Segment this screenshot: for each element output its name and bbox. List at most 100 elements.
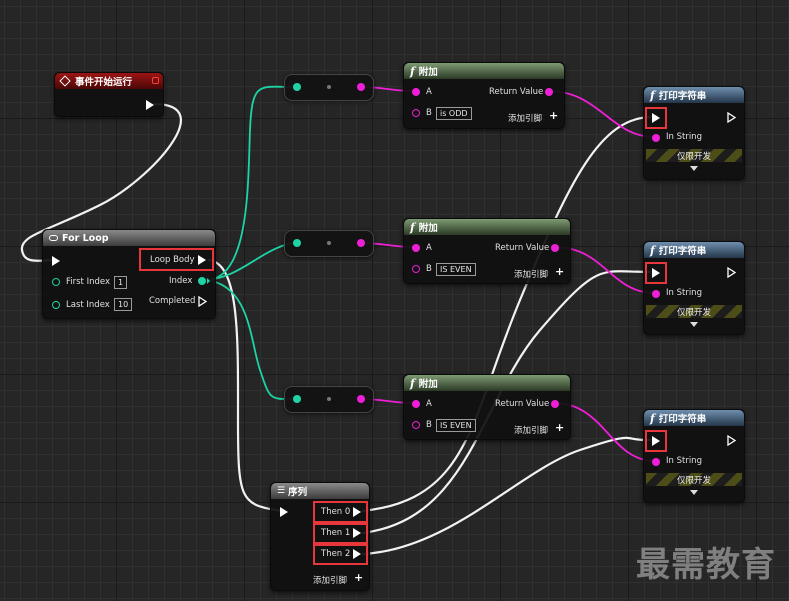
wire-index-to-reroute2 — [205, 242, 293, 281]
event-begin-play-node[interactable]: 事件开始运行 — [54, 72, 164, 117]
function-icon: f — [410, 376, 415, 390]
append1-b-pin[interactable] — [412, 109, 420, 117]
blueprint-graph-canvas[interactable]: 事件开始运行 For Loop First Index 1 Last Index… — [0, 0, 789, 601]
sequence-title: 序列 — [288, 487, 308, 498]
convert3-center-dot — [327, 397, 331, 401]
append-node-1[interactable]: f 附加 A B is ODD Return Value 添加引脚 + — [403, 62, 565, 129]
sequence-header: ☰ 序列 — [271, 483, 369, 499]
append3-b-pin[interactable] — [412, 421, 420, 429]
for-loop-exec-in-pin[interactable] — [52, 256, 60, 266]
wire-index-to-reroute1 — [205, 85, 293, 281]
last-index-pin[interactable] — [52, 301, 60, 309]
print3-in-string-label: In String — [666, 456, 702, 466]
append1-a-label: A — [426, 87, 432, 97]
function-icon: f — [410, 220, 415, 234]
append2-add-pin-label[interactable]: 添加引脚 — [514, 268, 548, 280]
append3-return-label: Return Value — [495, 399, 550, 409]
append3-return-pin[interactable] — [551, 400, 559, 408]
print2-title: 打印字符串 — [658, 246, 707, 257]
convert2-out-pin[interactable] — [357, 239, 365, 247]
wire-then0-to-print1 — [361, 115, 652, 513]
sequence-add-pin-plus-icon[interactable]: + — [354, 571, 363, 584]
append1-a-pin[interactable] — [412, 88, 420, 96]
append3-add-pin-plus-icon[interactable]: + — [555, 421, 564, 434]
append3-a-pin[interactable] — [412, 400, 420, 408]
print3-header: f 打印字符串 — [644, 410, 744, 426]
append2-a-pin[interactable] — [412, 244, 420, 252]
append-node-2[interactable]: f 附加 A B IS EVEN Return Value 添加引脚 + — [403, 218, 571, 284]
print-string-node-2[interactable]: f 打印字符串 In String 仅限开发 — [643, 241, 745, 335]
print3-development-only-label: 仅限开发 — [676, 476, 711, 486]
index-label: Index — [169, 276, 193, 286]
print-string-node-3[interactable]: f 打印字符串 In String 仅限开发 — [643, 409, 745, 503]
wire-index-to-reroute3 — [205, 279, 293, 400]
print1-exec-out-pin[interactable] — [727, 112, 736, 123]
convert3-out-pin[interactable] — [357, 395, 365, 403]
print2-header: f 打印字符串 — [644, 242, 744, 258]
print1-in-string-label: In String — [666, 132, 702, 142]
print3-title: 打印字符串 — [658, 414, 707, 425]
append1-header: f 附加 — [404, 63, 564, 79]
print2-exec-out-pin[interactable] — [727, 267, 736, 278]
append1-b-input[interactable]: is ODD — [436, 107, 472, 120]
append1-return-pin[interactable] — [545, 88, 553, 96]
append2-b-input[interactable]: IS EVEN — [436, 263, 476, 276]
append2-b-pin[interactable] — [412, 265, 420, 273]
print1-header: f 打印字符串 — [644, 87, 744, 103]
print1-expand-chevron-icon[interactable] — [690, 166, 698, 171]
print1-in-string-pin[interactable] — [652, 134, 660, 142]
completed-exec-out-pin[interactable] — [198, 296, 207, 307]
last-index-input[interactable]: 10 — [114, 298, 133, 311]
print-string-node-1[interactable]: f 打印字符串 In String 仅限开发 — [643, 86, 745, 180]
append3-add-pin-label[interactable]: 添加引脚 — [514, 424, 548, 436]
sequence-add-pin-label[interactable]: 添加引脚 — [313, 574, 347, 586]
append3-b-label: B — [426, 420, 432, 430]
print3-expand-chevron-icon[interactable] — [690, 490, 698, 495]
print3-in-string-pin[interactable] — [652, 458, 660, 466]
int-to-string-convert-node-2[interactable] — [284, 230, 374, 257]
convert2-center-dot — [327, 241, 331, 245]
append2-add-pin-plus-icon[interactable]: + — [555, 265, 564, 278]
event-exec-out-pin[interactable] — [146, 100, 154, 110]
append1-title: 附加 — [418, 67, 438, 78]
wire-then2-to-print3 — [361, 436, 652, 556]
print2-exec-in-highlight — [645, 262, 667, 284]
first-index-input[interactable]: 1 — [114, 276, 128, 289]
append2-a-label: A — [426, 243, 432, 253]
print3-development-only-bar: 仅限开发 — [646, 473, 742, 486]
print3-exec-out-pin[interactable] — [727, 435, 736, 446]
event-delegate-pin-icon[interactable] — [152, 77, 159, 84]
convert1-out-pin[interactable] — [357, 83, 365, 91]
append2-header: f 附加 — [404, 219, 570, 235]
sequence-icon: ☰ — [277, 486, 286, 496]
print2-expand-chevron-icon[interactable] — [690, 322, 698, 327]
int-to-string-convert-node-1[interactable] — [284, 74, 374, 101]
for-loop-node[interactable]: For Loop First Index 1 Last Index 10 Loo… — [42, 229, 216, 319]
convert1-in-pin[interactable] — [293, 83, 301, 91]
sequence-node[interactable]: ☰ 序列 Then 0 Then 1 Then 2 添加引脚 + — [270, 482, 370, 591]
event-node-title: 事件开始运行 — [75, 77, 133, 88]
sequence-then1-highlight — [313, 523, 368, 544]
print2-development-only-label: 仅限开发 — [676, 308, 711, 318]
int-to-string-convert-node-3[interactable] — [284, 386, 374, 413]
convert3-in-pin[interactable] — [293, 395, 301, 403]
event-diamond-icon — [59, 75, 71, 87]
function-icon: f — [650, 411, 655, 425]
append3-b-input[interactable]: IS EVEN — [436, 419, 476, 432]
sequence-exec-in-pin[interactable] — [280, 507, 288, 517]
append1-b-label: B — [426, 108, 432, 118]
print2-in-string-label: In String — [666, 288, 702, 298]
print2-in-string-pin[interactable] — [652, 290, 660, 298]
function-icon: f — [650, 243, 655, 257]
append3-a-label: A — [426, 399, 432, 409]
completed-label: Completed — [149, 296, 196, 306]
index-out-pin[interactable] — [198, 277, 206, 285]
append-node-3[interactable]: f 附加 A B IS EVEN Return Value 添加引脚 + — [403, 374, 571, 440]
append1-add-pin-plus-icon[interactable]: + — [549, 109, 558, 122]
append2-return-pin[interactable] — [551, 244, 559, 252]
event-node-header: 事件开始运行 — [55, 73, 163, 89]
append1-add-pin-label[interactable]: 添加引脚 — [508, 112, 542, 124]
convert2-in-pin[interactable] — [293, 239, 301, 247]
first-index-pin[interactable] — [52, 278, 60, 286]
append2-b-label: B — [426, 264, 432, 274]
